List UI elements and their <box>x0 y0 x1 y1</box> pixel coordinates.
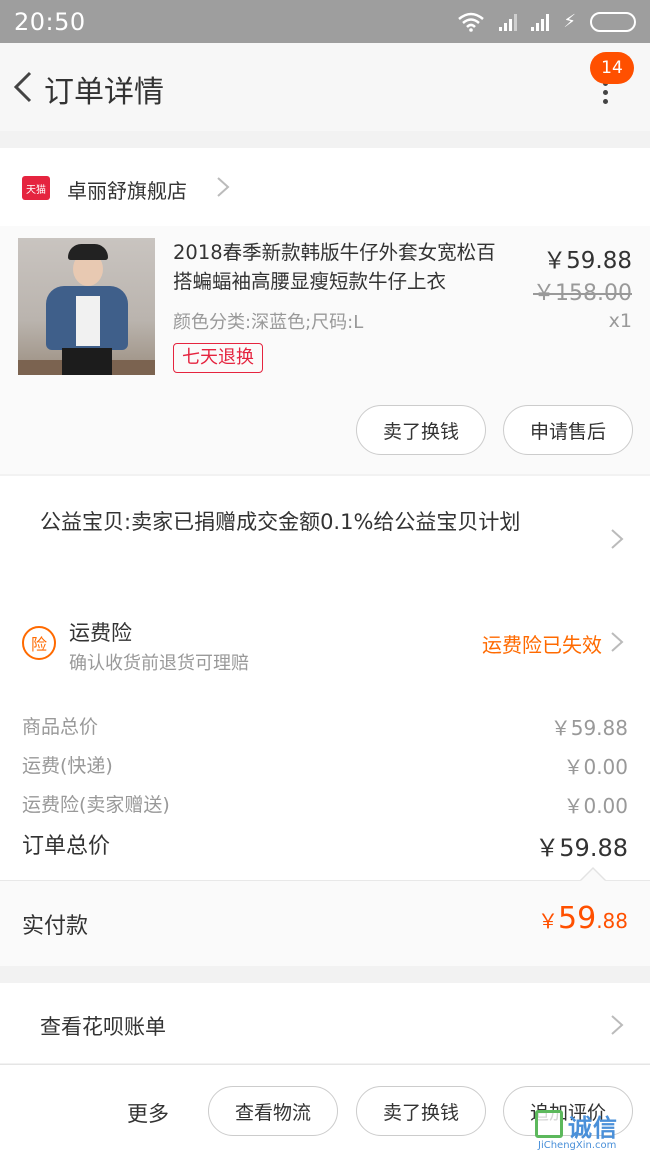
summary-row: 运费(快递) ￥0.00 <box>22 751 628 780</box>
summary-label: 商品总价 <box>22 716 99 738</box>
product-sku: 颜色分类:深蓝色;尺码:L <box>173 312 364 333</box>
payment-integer: 59 <box>558 901 597 936</box>
actual-payment-row: 实付款 ￥59.88 <box>0 880 650 966</box>
signal-icon <box>499 13 518 31</box>
product-thumbnail[interactable] <box>18 238 155 375</box>
signal-icon-2 <box>531 13 550 31</box>
battery-icon <box>590 11 636 32</box>
sell-button[interactable]: 卖了换钱 <box>356 405 486 455</box>
charity-row[interactable]: 公益宝贝:卖家已捐赠成交金额0.1%给公益宝贝计划 <box>0 476 650 600</box>
return-policy-tag: 七天退换 <box>173 343 263 373</box>
chevron-right-icon <box>611 1015 624 1035</box>
order-total-label: 订单总价 <box>22 834 111 859</box>
product-item[interactable]: 2018春季新款韩版牛仔外套女宽松百搭蝙蝠袖高腰显瘦短款牛仔上衣 颜色分类:深蓝… <box>0 226 650 474</box>
insurance-title: 运费险 <box>69 621 132 645</box>
tmall-logo: 天猫 <box>22 176 50 200</box>
summary-value: ￥0.00 <box>563 755 628 779</box>
payment-currency: ￥ <box>538 909 558 933</box>
insurance-status: 运费险已失效 <box>482 633 602 657</box>
insurance-icon: 险 <box>22 626 56 660</box>
status-time: 20:50 <box>14 7 86 36</box>
nav-bar: 订单详情 <box>0 43 650 131</box>
watermark-subtext: JiChengXin.com <box>538 1140 617 1151</box>
charity-text: 公益宝贝:卖家已捐赠成交金额0.1%给公益宝贝计划 <box>40 510 521 534</box>
status-bar: 20:50 ⚡ <box>0 0 650 43</box>
order-total-value: ￥59.88 <box>535 834 628 862</box>
payment-decimal: .88 <box>596 909 628 933</box>
chevron-right-icon <box>611 529 624 549</box>
summary-label: 运费(快递) <box>22 755 113 777</box>
status-icons: ⚡ <box>457 11 636 32</box>
charging-icon: ⚡ <box>563 11 576 32</box>
payment-amount: ￥59.88 <box>538 901 628 936</box>
summary-row: 运费险(卖家赠送) ￥0.00 <box>22 790 628 819</box>
order-total-row: 订单总价 ￥59.88 <box>22 828 628 863</box>
payment-label: 实付款 <box>22 914 89 939</box>
store-row[interactable]: 天猫 卓丽舒旗舰店 <box>0 148 650 226</box>
sell-button[interactable]: 卖了换钱 <box>356 1086 486 1136</box>
summary-value: ￥59.88 <box>550 716 628 740</box>
summary-label: 运费险(卖家赠送) <box>22 794 170 816</box>
watermark-text: 诚信 <box>568 1114 618 1142</box>
original-price: ￥158.00 <box>533 281 632 306</box>
after-sale-button[interactable]: 申请售后 <box>503 405 633 455</box>
view-logistics-button[interactable]: 查看物流 <box>208 1086 338 1136</box>
back-arrow-icon[interactable] <box>10 69 38 105</box>
summary-value: ￥0.00 <box>563 794 628 818</box>
store-name: 卓丽舒旗舰店 <box>67 179 187 203</box>
price-summary: 商品总价 ￥59.88 运费(快递) ￥0.00 运费险(卖家赠送) ￥0.00… <box>0 686 650 880</box>
more-link[interactable]: 更多 <box>127 1098 169 1128</box>
huabei-label: 查看花呗账单 <box>40 1015 166 1039</box>
product-price: ￥59.88 <box>543 248 632 274</box>
wifi-icon <box>458 12 485 32</box>
product-quantity: x1 <box>608 310 632 332</box>
site-watermark: 诚信 JiChengXin.com <box>532 1108 650 1155</box>
payment-pointer-inner <box>581 869 605 881</box>
huabei-bill-row[interactable]: 查看花呗账单 <box>0 983 650 1063</box>
summary-row: 商品总价 ￥59.88 <box>22 712 628 741</box>
shipping-insurance-row[interactable]: 险 运费险 确认收货前退货可理赔 运费险已失效 <box>0 600 650 686</box>
chevron-right-icon <box>217 177 230 197</box>
product-title: 2018春季新款韩版牛仔外套女宽松百搭蝙蝠袖高腰显瘦短款牛仔上衣 <box>173 241 496 293</box>
insurance-subtitle: 确认收货前退货可理赔 <box>69 653 249 674</box>
page-title: 订单详情 <box>44 75 164 110</box>
chevron-right-icon <box>611 632 624 652</box>
notification-badge: 14 <box>590 52 634 84</box>
watermark-logo <box>535 1110 563 1138</box>
